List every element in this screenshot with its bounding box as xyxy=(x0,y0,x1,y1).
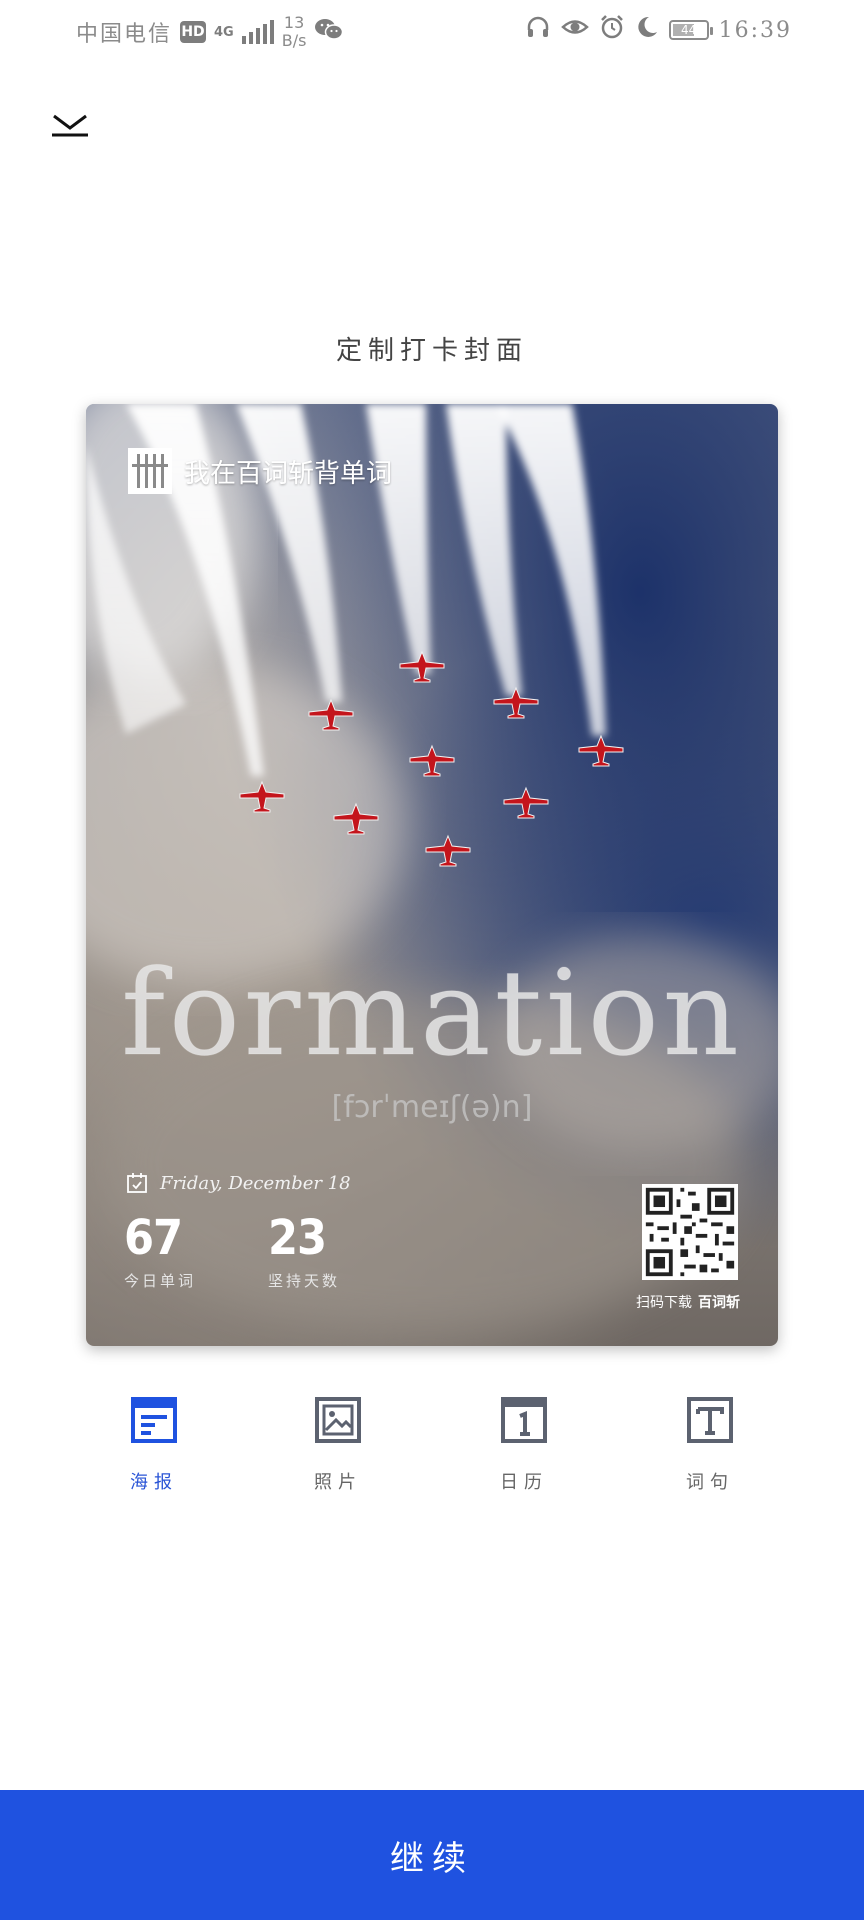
net-speed-value: 13 xyxy=(283,13,305,32)
battery-level: 44 xyxy=(680,23,697,37)
tab-label: 词句 xyxy=(686,1472,734,1493)
net-speed-unit: B/s xyxy=(281,31,307,50)
signal-icon xyxy=(241,20,274,44)
carrier-name: 中国电信 xyxy=(76,22,173,47)
stat-label: 今日单词 xyxy=(124,1272,197,1290)
photo-icon xyxy=(315,1397,361,1443)
stat-value: 23 xyxy=(268,1210,327,1266)
moon-icon xyxy=(635,14,659,46)
tab-photo[interactable]: 照片 xyxy=(278,1396,398,1494)
qr-caption: 扫码下载 百词斩 xyxy=(636,1292,740,1312)
qr-code xyxy=(642,1184,738,1280)
tab-label: 海报 xyxy=(130,1472,178,1493)
baicizhan-logo-icon xyxy=(128,448,172,494)
stat-streak-days: 23 坚持天数 xyxy=(268,1210,340,1291)
brand-slogan: 我在百词斩背单词 xyxy=(184,458,393,489)
tab-label: 日历 xyxy=(500,1472,548,1493)
headphones-icon xyxy=(525,14,551,46)
battery-icon: 44 xyxy=(668,20,713,40)
collapse-down-icon xyxy=(52,114,88,137)
tab-poster[interactable]: 海报 xyxy=(94,1396,214,1494)
stat-value: 67 xyxy=(124,1210,183,1266)
wechat-icon xyxy=(314,16,344,48)
poster-preview: 我在百词斩背单词 formation [fɔrˈmeɪʃ(ə)n] Friday… xyxy=(86,404,778,1346)
calendar-check-icon xyxy=(127,1173,147,1193)
checkin-cover-screen: 中国电信 HD 4G 13 B/s 44 16:39 定制打卡封面 我在百词斩背… xyxy=(0,0,864,1920)
poster-date-text: Friday, December 18 xyxy=(160,1172,351,1194)
alarm-icon xyxy=(599,14,625,46)
net-speed: 13 B/s xyxy=(282,14,307,50)
tab-label: 照片 xyxy=(314,1472,362,1493)
clock-time: 16:39 xyxy=(718,17,792,43)
poster-word: formation xyxy=(121,944,743,1083)
continue-button[interactable]: 继续 xyxy=(0,1790,864,1920)
poster-icon xyxy=(131,1397,177,1443)
stat-label: 坚持天数 xyxy=(268,1272,341,1290)
poster-phonetic: [fɔrˈmeɪʃ(ə)n] xyxy=(331,1090,533,1125)
calendar-icon xyxy=(501,1397,547,1443)
text-icon xyxy=(687,1397,733,1443)
hd-badge: HD xyxy=(180,21,207,43)
network-type: 4G xyxy=(214,24,234,40)
stat-today-words: 67 今日单词 xyxy=(124,1210,196,1291)
status-bar: 中国电信 HD 4G 13 B/s 44 16:39 xyxy=(0,0,864,64)
qr-caption-app: 百词斩 xyxy=(698,1295,740,1311)
page-title: 定制打卡封面 xyxy=(335,336,528,366)
qr-caption-prefix: 扫码下载 xyxy=(636,1295,692,1311)
tab-calendar[interactable]: 日历 xyxy=(464,1396,584,1494)
poster-date: Friday, December 18 xyxy=(126,1172,351,1194)
eye-icon xyxy=(560,14,589,46)
collapse-button[interactable] xyxy=(46,102,94,142)
continue-button-label: 继续 xyxy=(390,1838,474,1879)
tab-text[interactable]: 词句 xyxy=(650,1396,770,1494)
brand-header: 我在百词斩背单词 xyxy=(128,448,392,494)
